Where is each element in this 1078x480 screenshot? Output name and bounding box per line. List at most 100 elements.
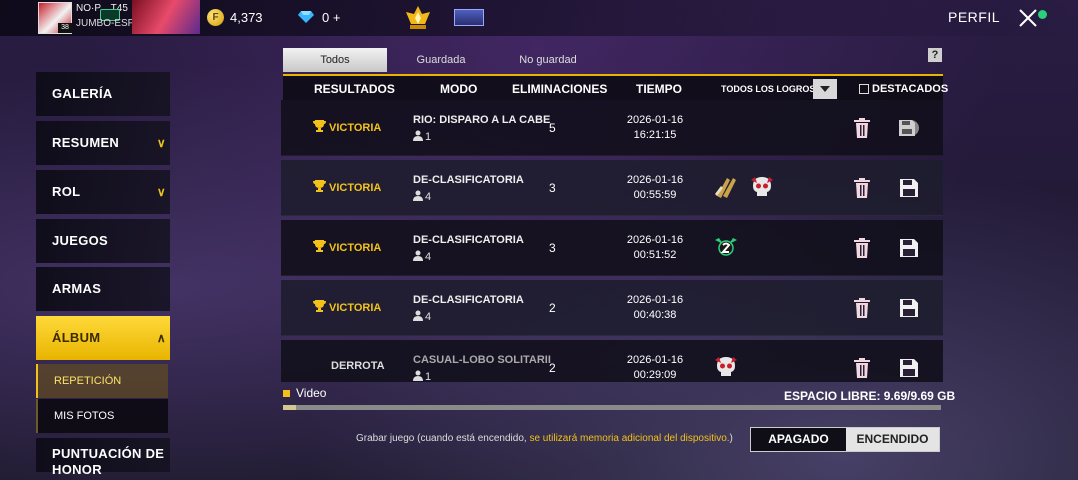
profile-banner[interactable] <box>132 0 200 34</box>
sidebar-item-rol[interactable]: ROL ∨ <box>36 170 170 214</box>
match-time: 00:55:59 <box>633 189 677 201</box>
destacados-label[interactable]: DESTACADOS <box>872 76 948 102</box>
record-note-suffix: ) <box>729 433 733 444</box>
apagado-button[interactable]: APAGADO <box>751 428 846 451</box>
trophy-icon <box>313 240 326 252</box>
save-loading-icon <box>899 120 919 136</box>
person-icon <box>413 370 423 381</box>
person-icon <box>413 250 423 261</box>
team-size: 1 <box>413 130 431 143</box>
sidebar-item-label: RESUMEN <box>52 135 120 150</box>
video-legend-label: Video <box>296 386 327 400</box>
tab-todos[interactable]: Todos <box>283 48 387 72</box>
skull-badge-icon <box>715 357 737 376</box>
result-label: VICTORIA <box>313 240 381 254</box>
mode-label: RIO: DISPARO A LA CABE <box>413 114 551 126</box>
achievements-filter-label[interactable]: TODOS LOS LOGROS <box>721 76 815 102</box>
match-date: 2026-01-16 <box>626 294 684 306</box>
skull-badge-icon <box>751 177 773 196</box>
save-icon[interactable] <box>899 178 919 198</box>
header-modo: MODO <box>440 82 478 96</box>
free-space-label: ESPACIO LIBRE: 9.69/9.69 GB <box>784 389 956 403</box>
kill-count: 2 <box>549 361 556 375</box>
trash-icon[interactable] <box>853 298 871 318</box>
table-row[interactable]: VICTORIA DE-CLASIFICATORIA 4 2 2026-01-1… <box>281 280 943 336</box>
sidebar-item-juegos[interactable]: JUEGOS <box>36 219 170 263</box>
gold-coin-icon: F <box>207 9 224 26</box>
sidebar-item-resumen[interactable]: RESUMEN ∨ <box>36 121 170 165</box>
sidebar-subitem-label: MIS FOTOS <box>54 410 115 422</box>
top-bar: 38 NO·P... T45 JUMBO-ESPORT F 4,373 0 + … <box>0 0 1078 36</box>
tab-no-guardado[interactable]: No guardad <box>503 48 593 72</box>
sidebar-item-armas[interactable]: ARMAS <box>36 267 170 311</box>
table-row[interactable]: VICTORIA DE-CLASIFICATORIA 4 3 2026-01-1… <box>281 160 943 216</box>
diamond-count[interactable]: 0 + <box>322 10 340 25</box>
result-text: VICTORIA <box>329 122 382 134</box>
encendido-button[interactable]: ENCENDIDO <box>846 428 939 451</box>
save-icon[interactable] <box>899 298 919 318</box>
chevron-up-icon: ∧ <box>156 331 166 345</box>
sidebar-subitem-repeticion[interactable]: REPETICIÓN <box>36 364 168 398</box>
notification-dot <box>1038 10 1047 19</box>
mode-label: DE-CLASIFICATORIA <box>413 234 524 246</box>
rank-crown-icon[interactable] <box>404 4 432 32</box>
destacados-checkbox[interactable] <box>859 84 869 94</box>
avatar-level: 38 <box>58 23 72 33</box>
sidebar-item-label: ÁLBUM <box>52 330 101 345</box>
chevron-down-icon[interactable] <box>813 79 837 99</box>
result-label: VICTORIA <box>313 120 381 134</box>
trash-icon[interactable] <box>853 178 871 198</box>
tab-guardada[interactable]: Guardada <box>401 48 481 72</box>
trophy-icon <box>313 120 326 132</box>
save-icon[interactable] <box>899 358 919 378</box>
player-count: 4 <box>425 251 432 263</box>
sidebar-item-label: GALERÍA <box>52 86 113 101</box>
result-text: VICTORIA <box>329 182 382 194</box>
sidebar-item-label: PUNTUACIÓN DE HONOR <box>52 446 165 477</box>
trophy-icon <box>313 300 326 312</box>
sidebar-subitem-label: REPETICIÓN <box>54 375 122 387</box>
sidebar-item-album[interactable]: ÁLBUM ∧ <box>36 316 170 360</box>
person-icon <box>413 130 423 141</box>
sidebar-item-label: ROL <box>52 184 81 199</box>
player-count: 4 <box>425 191 432 203</box>
perfil-label: PERFIL <box>948 9 1001 25</box>
trash-icon[interactable] <box>853 358 871 378</box>
table-row[interactable]: VICTORIA RIO: DISPARO A LA CABE 1 5 2026… <box>281 100 943 156</box>
match-date: 2026-01-16 <box>626 234 684 246</box>
mode-label: CASUAL-LOBO SOLITARII <box>413 354 551 366</box>
sidebar-item-galeria[interactable]: GALERÍA <box>36 72 170 116</box>
kill-count: 3 <box>549 181 556 195</box>
person-icon <box>413 310 423 321</box>
table-header: RESULTADOS MODO ELIMINACIONES TIEMPO TOD… <box>283 74 948 102</box>
team-size: 4 <box>413 250 431 263</box>
kill-count: 2 <box>549 301 556 315</box>
storage-bar <box>283 405 941 410</box>
match-time: 16:21:15 <box>633 129 677 141</box>
player-count: 1 <box>425 131 432 143</box>
help-icon[interactable]: ? <box>928 48 942 62</box>
chevron-down-icon: ∨ <box>156 185 166 199</box>
result-label: DERROTA <box>331 360 385 372</box>
winged-badge-icon <box>715 238 737 256</box>
rank-badge-icon[interactable] <box>454 9 484 26</box>
close-icon[interactable] <box>1016 6 1040 30</box>
sidebar-item-label: JUEGOS <box>52 233 108 248</box>
sidebar-subitem-mis-fotos[interactable]: MIS FOTOS <box>36 399 168 433</box>
trash-icon[interactable] <box>853 118 871 138</box>
result-text: VICTORIA <box>329 302 382 314</box>
player-count: 4 <box>425 311 432 323</box>
player-count: 1 <box>425 371 432 382</box>
diamond-icon <box>298 11 314 23</box>
person-icon <box>413 190 423 201</box>
trash-icon[interactable] <box>853 238 871 258</box>
table-row[interactable]: DERROTA CASUAL-LOBO SOLITARII 1 2 2026-0… <box>281 340 943 382</box>
kill-count: 5 <box>549 121 556 135</box>
save-icon[interactable] <box>899 238 919 258</box>
header-tiempo: TIEMPO <box>636 82 683 96</box>
gold-count: 4,373 <box>230 10 263 25</box>
record-note-prefix: Grabar juego (cuando está encendido, <box>356 433 530 444</box>
header-resultados: RESULTADOS <box>314 82 395 96</box>
sidebar-item-puntuacion-honor[interactable]: PUNTUACIÓN DE HONOR <box>36 438 170 477</box>
table-row[interactable]: VICTORIA DE-CLASIFICATORIA 4 3 2026-01-1… <box>281 220 943 276</box>
